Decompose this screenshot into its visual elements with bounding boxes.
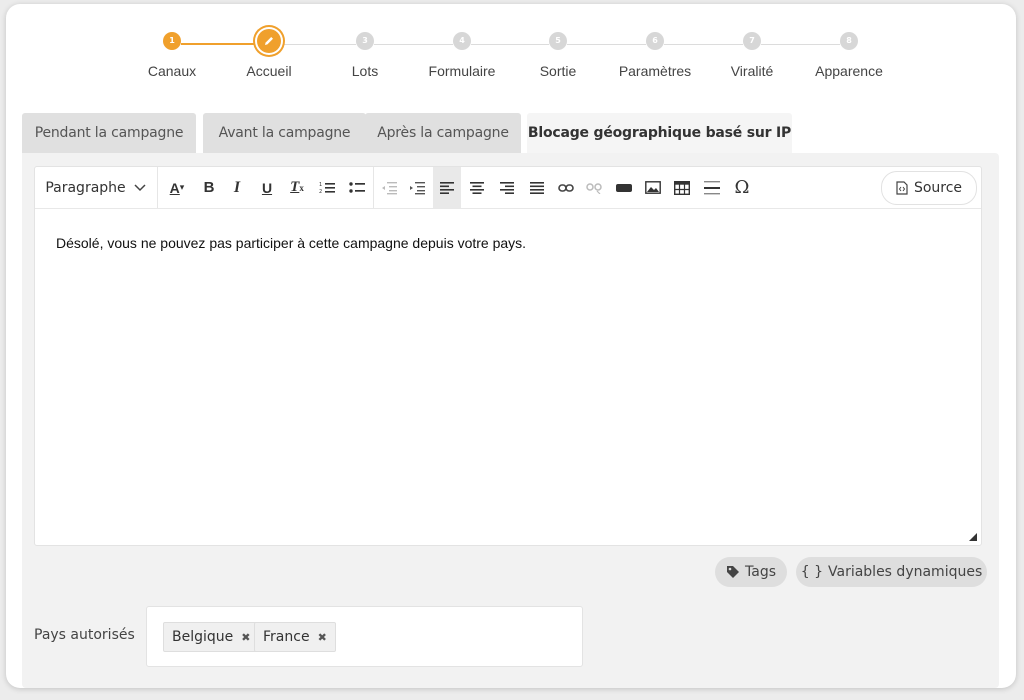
indent-icon[interactable] [405, 167, 429, 208]
tags-button[interactable]: Tags [715, 557, 787, 587]
align-center-icon[interactable] [465, 167, 489, 208]
svg-text:2: 2 [319, 189, 322, 195]
country-chip: France ✖ [254, 622, 336, 652]
step-formulaire[interactable]: 4 Formulaire [414, 32, 510, 79]
step-number: 1 [163, 32, 181, 50]
underline-icon[interactable]: U [255, 167, 279, 208]
svg-text:1: 1 [319, 182, 322, 188]
step-apparence[interactable]: 8 Apparence [801, 32, 897, 79]
numbered-list-icon[interactable]: 12 [315, 167, 339, 208]
toolbar-separator [157, 167, 158, 208]
curly-braces-icon: { } [800, 564, 823, 580]
step-label: Sortie [539, 63, 577, 79]
toolbar-separator [373, 167, 374, 208]
tab-apres[interactable]: Après la campagne [365, 113, 521, 154]
outdent-icon[interactable] [377, 167, 401, 208]
step-number: 3 [356, 32, 374, 50]
step-canaux[interactable]: 1 Canaux [124, 32, 220, 79]
editor-content[interactable]: Désolé, vous ne pouvez pas participer à … [56, 235, 526, 251]
image-icon[interactable] [641, 167, 665, 208]
table-icon[interactable] [670, 167, 694, 208]
source-button-label: Source [913, 180, 963, 196]
countries-label: Pays autorisés [34, 627, 135, 643]
link-icon[interactable] [554, 167, 578, 208]
step-parametres[interactable]: 6 Paramètres [607, 32, 703, 79]
step-label: Apparence [815, 63, 883, 79]
step-label: Viralité [730, 63, 774, 79]
bold-icon[interactable]: B [197, 167, 221, 208]
source-document-icon [896, 181, 908, 195]
step-label: Canaux [147, 63, 197, 79]
rich-text-editor: Paragraphe A ▾ B I U Tx 12 Ω Source Déso… [34, 166, 982, 546]
tags-label: Tags [745, 564, 776, 580]
country-chip: Belgique ✖ [163, 622, 260, 652]
remove-icon[interactable]: ✖ [241, 631, 250, 644]
paragraph-format-label: Paragraphe [45, 179, 126, 196]
unlink-icon[interactable] [582, 167, 606, 208]
step-viralite[interactable]: 7 Viralité [704, 32, 800, 79]
editor-toolbar: Paragraphe A ▾ B I U Tx 12 Ω Source [35, 167, 981, 209]
button-icon[interactable] [612, 167, 636, 208]
tag-icon [727, 566, 739, 578]
step-label: Paramètres [618, 63, 692, 79]
step-number: 4 [453, 32, 471, 50]
step-number: 7 [743, 32, 761, 50]
step-label: Formulaire [428, 63, 496, 79]
step-number: 6 [646, 32, 664, 50]
resize-handle[interactable] [969, 533, 977, 541]
tab-avant[interactable]: Avant la campagne [203, 113, 366, 154]
remove-format-icon[interactable]: Tx [285, 167, 309, 208]
step-number: 8 [840, 32, 858, 50]
step-sortie[interactable]: 5 Sortie [510, 32, 606, 79]
pencil-icon [257, 29, 281, 53]
countries-multiselect[interactable]: Belgique ✖ France ✖ [146, 606, 583, 667]
variables-label: Variables dynamiques [828, 564, 983, 580]
tab-pendant[interactable]: Pendant la campagne [22, 113, 196, 154]
align-right-icon[interactable] [495, 167, 519, 208]
step-lots[interactable]: 3 Lots [317, 32, 413, 79]
font-color-icon[interactable]: A ▾ [161, 167, 193, 208]
horizontal-line-icon[interactable] [700, 167, 724, 208]
variables-dynamiques-button[interactable]: { } Variables dynamiques [796, 557, 987, 587]
justify-icon[interactable] [525, 167, 549, 208]
special-character-icon[interactable]: Ω [730, 167, 754, 208]
country-name: Belgique [172, 629, 234, 645]
paragraph-format-dropdown[interactable]: Paragraphe [35, 167, 156, 208]
step-number: 5 [549, 32, 567, 50]
chevron-down-icon [134, 183, 146, 191]
tab-blocage-geographique[interactable]: Blocage géographique basé sur IP [527, 113, 792, 154]
country-name: France [263, 629, 310, 645]
align-left-icon[interactable] [433, 167, 461, 208]
step-label: Lots [351, 63, 379, 79]
bulleted-list-icon[interactable] [345, 167, 369, 208]
remove-icon[interactable]: ✖ [318, 631, 327, 644]
step-label: Accueil [246, 63, 292, 79]
source-button[interactable]: Source [881, 171, 977, 205]
step-accueil[interactable]: Accueil [221, 29, 317, 79]
italic-icon[interactable]: I [225, 167, 249, 208]
